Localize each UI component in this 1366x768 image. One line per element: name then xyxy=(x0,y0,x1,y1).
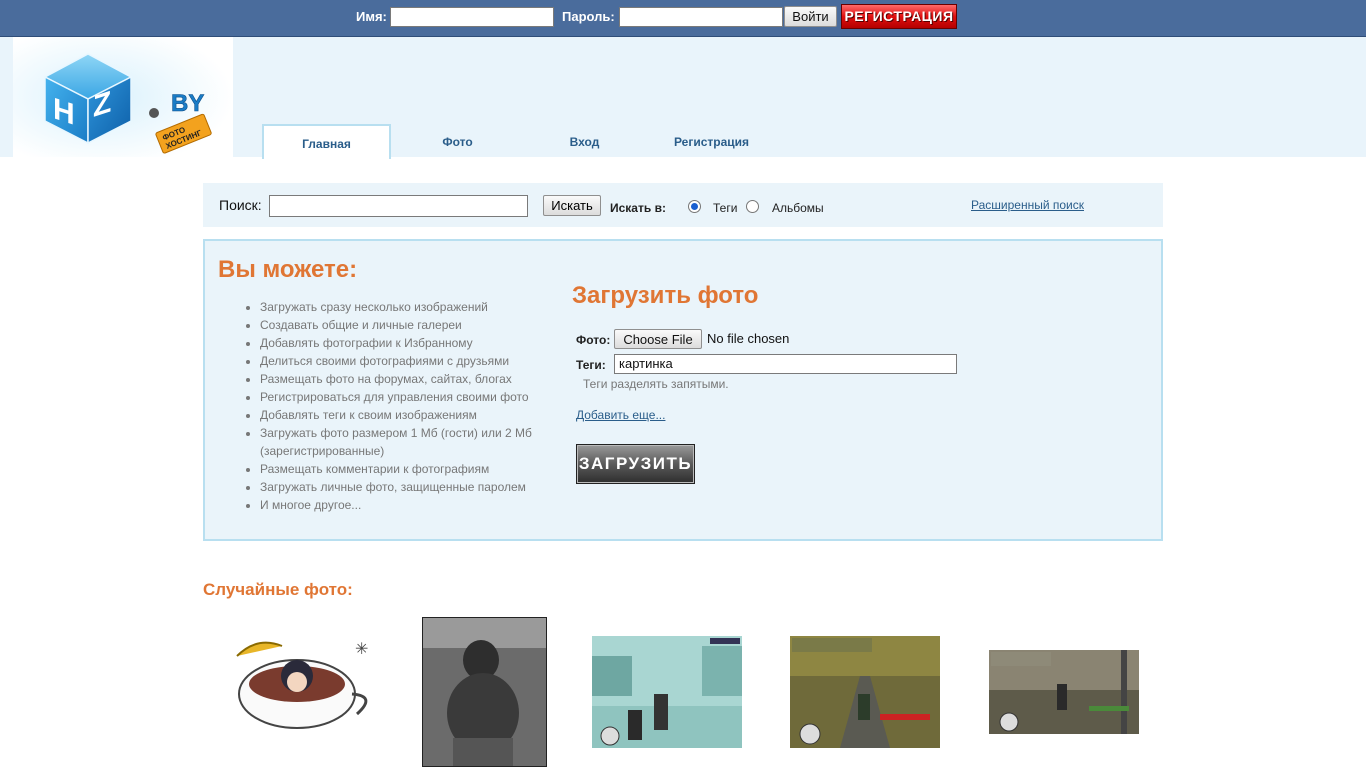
upload-title: Загрузить фото xyxy=(572,282,759,309)
random-photo-3[interactable] xyxy=(592,636,742,748)
name-label: Имя: xyxy=(356,9,387,24)
random-photo-4[interactable] xyxy=(790,636,940,748)
advanced-search-link[interactable]: Расширенный поиск xyxy=(971,198,1084,212)
tab-main[interactable]: Главная xyxy=(262,124,391,159)
logo-cube-icon: H Z BY ФОТО ХОСТИНГ xyxy=(13,37,233,157)
random-photo-5[interactable] xyxy=(989,650,1139,734)
list-item: Добавлять фотографии к Избранному xyxy=(260,334,560,352)
list-item: Размещать фото на форумах, сайтах, блога… xyxy=(260,370,560,388)
list-item: Размещать комментарии к фотографиям xyxy=(260,460,560,478)
list-item: Создавать общие и личные галереи xyxy=(260,316,560,334)
tab-login[interactable]: Вход xyxy=(522,124,647,157)
svg-text:BY: BY xyxy=(171,90,204,117)
site-logo[interactable]: H Z BY ФОТО ХОСТИНГ xyxy=(13,37,233,157)
tab-photo-label: Фото xyxy=(442,135,473,149)
list-item: Добавлять теги к своим изображениям xyxy=(260,406,560,424)
radio-albums-label: Альбомы xyxy=(772,201,824,215)
svg-text:Z: Z xyxy=(93,84,111,124)
main-panel: Вы можете: Загружать сразу несколько изо… xyxy=(203,239,1163,541)
search-in-label: Искать в: xyxy=(610,201,666,215)
choose-file-button[interactable]: Choose File xyxy=(614,329,702,349)
random-photos-title: Случайные фото: xyxy=(203,580,353,599)
list-item: И многое другое... xyxy=(260,496,560,514)
search-label: Поиск: xyxy=(219,197,262,213)
tab-photo[interactable]: Фото xyxy=(395,124,520,157)
add-more-link[interactable]: Добавить еще... xyxy=(576,408,665,422)
search-bar: Поиск: Искать Искать в: Теги Альбомы Рас… xyxy=(203,183,1163,227)
radio-albums[interactable] xyxy=(746,200,759,213)
tags-input[interactable]: картинка xyxy=(614,354,957,374)
random-photo-1[interactable]: ✳ xyxy=(227,636,377,748)
tab-register[interactable]: Регистрация xyxy=(649,124,774,157)
password-label: Пароль: xyxy=(562,9,615,24)
person-photo-icon xyxy=(423,618,546,766)
tags-hint: Теги разделять запятыми. xyxy=(583,377,729,391)
password-input[interactable] xyxy=(619,7,783,27)
login-button[interactable]: Войти xyxy=(784,6,837,27)
register-button[interactable]: РЕГИСТРАЦИЯ xyxy=(841,4,957,29)
random-photo-2[interactable] xyxy=(422,617,547,767)
features-list: Загружать сразу несколько изображений Со… xyxy=(220,298,560,514)
teacup-illustration-icon: ✳ xyxy=(227,636,377,748)
list-item: Регистрироваться для управления своими ф… xyxy=(260,388,560,406)
game-screenshot-icon xyxy=(592,636,742,748)
game-screenshot-icon xyxy=(989,650,1139,734)
photo-label: Фото: xyxy=(576,333,611,347)
features-title: Вы можете: xyxy=(218,256,358,283)
game-screenshot-icon xyxy=(790,636,940,748)
svg-text:✳: ✳ xyxy=(355,641,368,658)
tab-login-label: Вход xyxy=(569,135,600,149)
radio-tags[interactable] xyxy=(688,200,701,213)
list-item: Делиться своими фотографиями с друзьями xyxy=(260,352,560,370)
search-input[interactable] xyxy=(269,195,528,217)
search-button[interactable]: Искать xyxy=(543,195,601,216)
tab-register-label: Регистрация xyxy=(673,135,750,149)
svg-text:H: H xyxy=(53,91,75,132)
tab-main-label: Главная xyxy=(302,137,351,151)
upload-button[interactable]: ЗАГРУЗИТЬ xyxy=(576,444,695,484)
login-bar: Имя: Пароль: Войти РЕГИСТРАЦИЯ xyxy=(0,0,1366,37)
tags-label: Теги: xyxy=(576,358,606,372)
radio-tags-label: Теги xyxy=(713,201,738,215)
no-file-text: No file chosen xyxy=(707,331,790,346)
list-item: Загружать фото размером 1 Мб (гости) или… xyxy=(260,424,560,460)
list-item: Загружать сразу несколько изображений xyxy=(260,298,560,316)
list-item: Загружать личные фото, защищенные пароле… xyxy=(260,478,560,496)
name-input[interactable] xyxy=(390,7,554,27)
